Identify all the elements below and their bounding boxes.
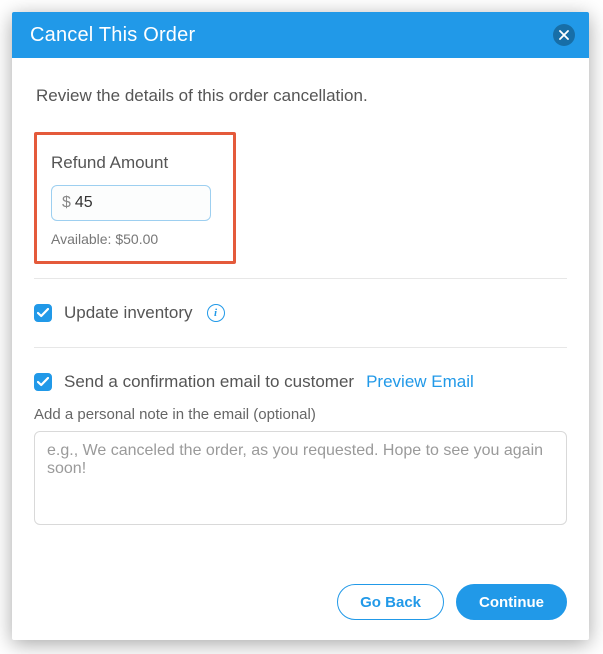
- continue-button[interactable]: Continue: [456, 584, 567, 620]
- send-email-row: Send a confirmation email to customer Pr…: [34, 372, 567, 392]
- cancel-order-modal: Cancel This Order Review the details of …: [12, 12, 589, 640]
- update-inventory-label: Update inventory: [64, 303, 193, 323]
- divider: [34, 347, 567, 348]
- personal-note-label: Add a personal note in the email (option…: [34, 406, 567, 423]
- refund-section: Refund Amount $ Available: $50.00: [34, 132, 236, 264]
- modal-footer: Go Back Continue: [337, 584, 567, 620]
- divider: [34, 278, 567, 279]
- instructions-text: Review the details of this order cancell…: [36, 86, 567, 106]
- go-back-button[interactable]: Go Back: [337, 584, 444, 620]
- close-icon: [559, 30, 569, 40]
- refund-amount-input[interactable]: [75, 194, 200, 212]
- refund-available-text: Available: $50.00: [51, 231, 219, 247]
- send-email-label: Send a confirmation email to customer: [64, 372, 354, 392]
- modal-header: Cancel This Order: [12, 12, 589, 58]
- update-inventory-checkbox[interactable]: [34, 304, 52, 322]
- refund-label: Refund Amount: [51, 153, 219, 173]
- modal-title: Cancel This Order: [30, 24, 195, 47]
- update-inventory-row: Update inventory i: [34, 293, 567, 333]
- info-icon[interactable]: i: [207, 304, 225, 322]
- check-icon: [37, 377, 49, 387]
- check-icon: [37, 308, 49, 318]
- modal-content: Review the details of this order cancell…: [12, 58, 589, 550]
- personal-note-textarea[interactable]: [34, 431, 567, 525]
- close-button[interactable]: [553, 24, 575, 46]
- refund-input-wrap[interactable]: $: [51, 185, 211, 221]
- preview-email-link[interactable]: Preview Email: [366, 372, 474, 392]
- currency-prefix: $: [62, 194, 71, 212]
- send-email-checkbox[interactable]: [34, 373, 52, 391]
